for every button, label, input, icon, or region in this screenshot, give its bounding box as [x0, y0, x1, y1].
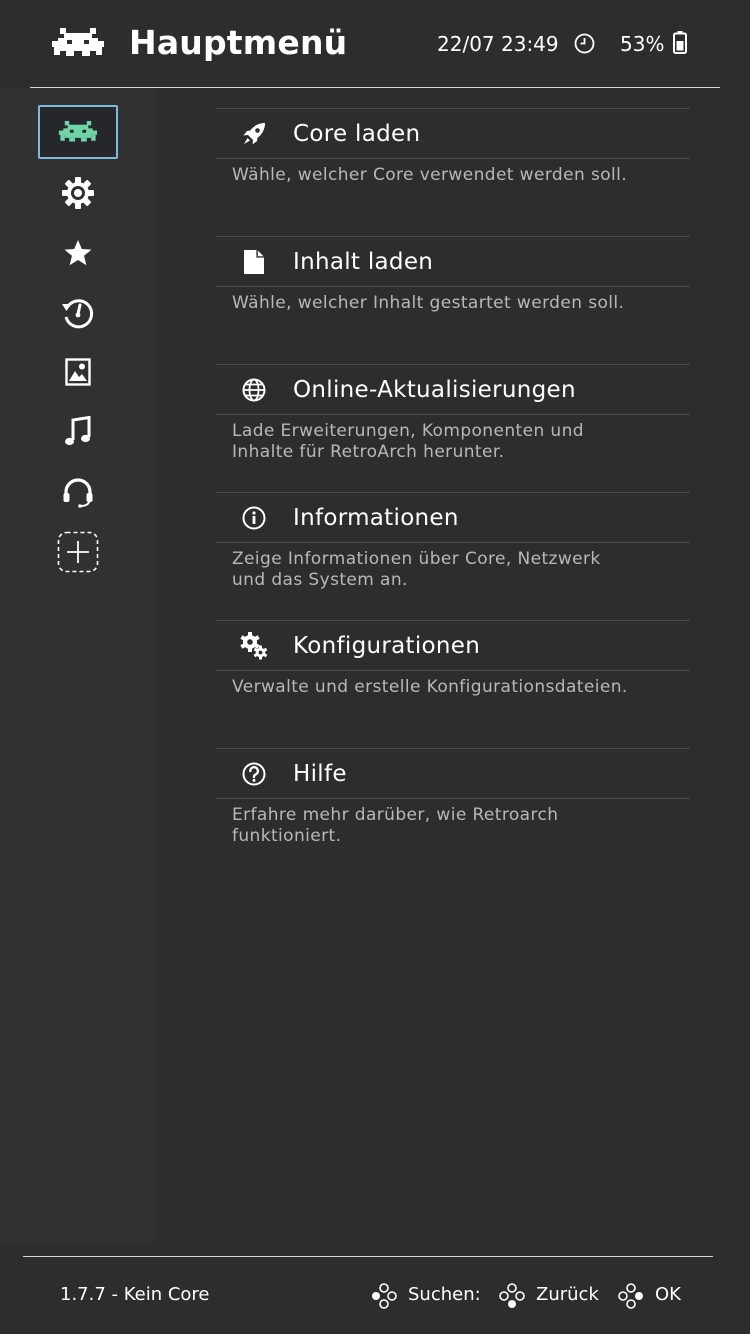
battery-icon: [673, 31, 687, 54]
menu-item-label: Core laden: [293, 121, 421, 147]
clock-icon: [574, 33, 595, 54]
menu-item-konfigurationen[interactable]: Konfigurationen Verwalte und erstelle Ko…: [216, 620, 690, 748]
menu-item-description: Wähle, welcher Inhalt gestartet werden s…: [232, 293, 625, 313]
image-icon: [65, 358, 91, 386]
sidebar-item-history[interactable]: [38, 286, 118, 340]
divider: [216, 286, 690, 287]
battery-text: 53%: [620, 32, 665, 56]
menu-item-inhalt-laden[interactable]: Inhalt laden Wähle, welcher Inhalt gesta…: [216, 236, 690, 364]
menu-item-description: Erfahre mehr darüber, wie Retroarch funk…: [232, 805, 559, 846]
sidebar-item-settings[interactable]: [38, 166, 118, 220]
divider: [216, 492, 690, 493]
menu-item-description: Wähle, welcher Core verwendet werden sol…: [232, 165, 628, 185]
retroarch-app: Hauptmenü 22/07 23:49 53% Core laden Wäh…: [0, 0, 750, 1334]
headset-icon: [63, 478, 93, 508]
page-title: Hauptmenü: [129, 23, 348, 62]
divider: [216, 620, 690, 621]
divider: [216, 748, 690, 749]
divider: [216, 236, 690, 237]
music-note-icon: [65, 416, 91, 446]
sidebar-item-main-menu[interactable]: [38, 105, 118, 159]
sidebar-item-music[interactable]: [38, 405, 118, 459]
menu-item-label: Konfigurationen: [293, 633, 481, 659]
divider: [216, 158, 690, 159]
menu-item-hilfe[interactable]: Hilfe Erfahre mehr darüber, wie Retroarc…: [216, 748, 690, 876]
back-button[interactable]: Zurück: [536, 1283, 599, 1307]
sidebar-item-favorites[interactable]: [38, 226, 118, 280]
history-icon: [62, 299, 94, 329]
sidebar: [0, 88, 156, 1242]
gamepad-button-icon: [499, 1283, 525, 1308]
search-button[interactable]: Suchen:: [408, 1283, 481, 1307]
info-icon: [240, 504, 268, 532]
retroarch-invader-icon: [58, 121, 98, 142]
sidebar-item-netplay[interactable]: [38, 465, 118, 519]
menu-item-description: Lade Erweiterungen, Komponenten und Inha…: [232, 421, 584, 462]
gamepad-button-icon: [372, 1283, 397, 1309]
rocket-icon: [240, 120, 268, 148]
gear-icon: [62, 177, 94, 209]
file-icon: [240, 248, 268, 276]
datetime-text: 22/07 23:49: [437, 32, 559, 56]
divider: [216, 670, 690, 671]
sidebar-item-add[interactable]: [38, 525, 118, 579]
globe-icon: [240, 376, 268, 404]
menu-item-label: Online-Aktualisierungen: [293, 377, 576, 403]
add-icon: [57, 531, 99, 573]
version-text: 1.7.7 - Kein Core: [60, 1284, 210, 1305]
menu-item-description: Zeige Informationen über Core, Netzwerk …: [232, 549, 601, 590]
menu-item-label: Informationen: [293, 505, 459, 531]
divider: [216, 414, 690, 415]
sidebar-item-images[interactable]: [38, 345, 118, 399]
menu-item-label: Inhalt laden: [293, 249, 434, 275]
menu-item-description: Verwalte und erstelle Konfigurationsdate…: [232, 677, 628, 697]
menu-item-core-laden[interactable]: Core laden Wähle, welcher Core verwendet…: [216, 108, 690, 236]
gamepad-button-icon: [618, 1283, 643, 1309]
header: Hauptmenü 22/07 23:49 53%: [0, 0, 750, 88]
divider: [216, 798, 690, 799]
divider: [216, 364, 690, 365]
ok-button[interactable]: OK: [655, 1283, 681, 1307]
help-icon: [240, 760, 268, 788]
menu-item-online-aktualisierungen[interactable]: Online-Aktualisierungen Lade Erweiterung…: [216, 364, 690, 492]
menu-item-label: Hilfe: [293, 761, 347, 787]
divider: [216, 542, 690, 543]
star-icon: [64, 240, 92, 266]
divider: [216, 108, 690, 109]
menu-item-informationen[interactable]: Informationen Zeige Informationen über C…: [216, 492, 690, 620]
gears-icon: [240, 632, 268, 660]
main-menu-list: Core laden Wähle, welcher Core verwendet…: [216, 108, 690, 876]
footer-divider: [23, 1256, 713, 1257]
retroarch-logo-icon: [52, 28, 104, 56]
